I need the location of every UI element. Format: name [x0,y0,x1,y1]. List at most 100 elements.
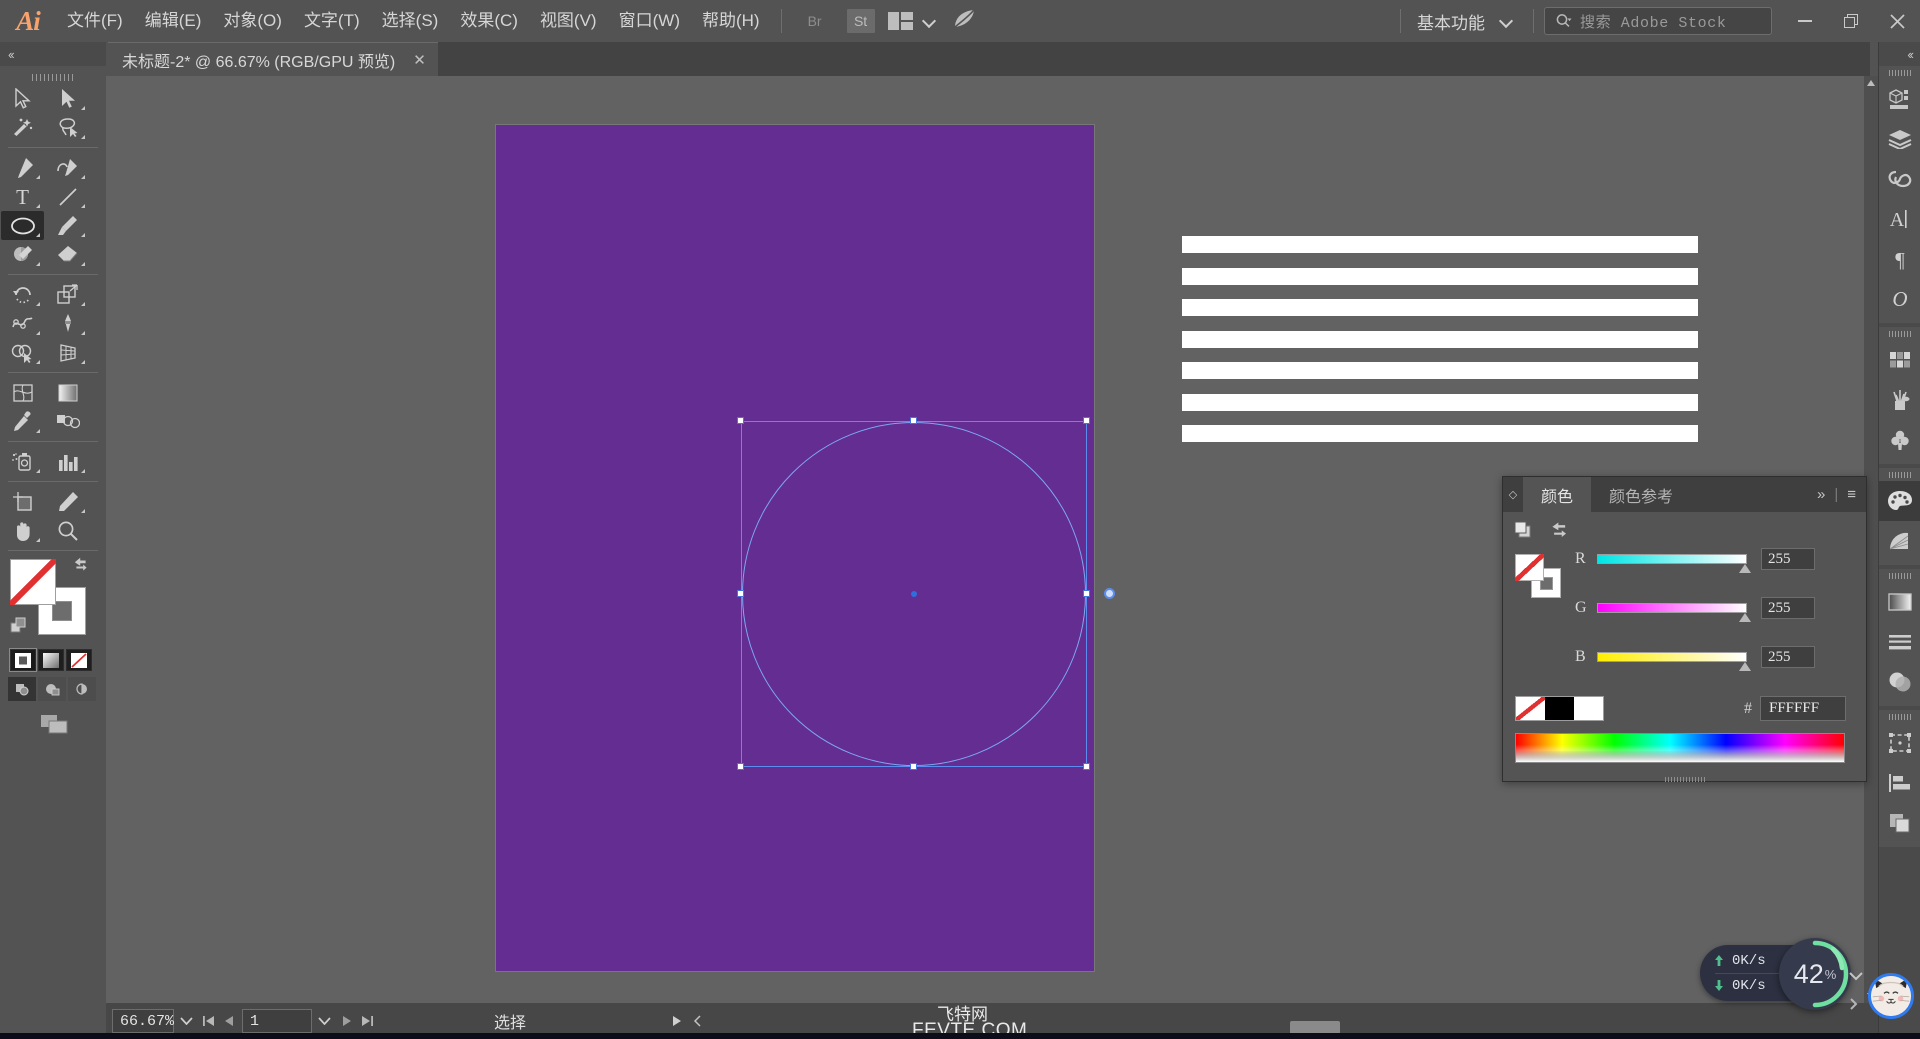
white-bar[interactable] [1182,425,1698,442]
menu-file[interactable]: 文件(F) [56,0,134,42]
gradient-tool[interactable] [46,378,89,407]
cpu-usage-gauge[interactable]: 42% [1779,938,1851,1010]
menu-edit[interactable]: 编辑(E) [134,0,213,42]
handle-top-center[interactable] [910,417,917,424]
transparency-icon[interactable] [1879,662,1920,702]
channel-slider-knob-g[interactable] [1739,613,1751,622]
toolbar-collapse-icon[interactable]: ‹‹ [8,47,15,62]
paragraph-icon[interactable]: ¶ [1879,239,1920,279]
stock-button[interactable]: St [846,9,875,33]
color-mode-button[interactable] [9,648,37,672]
eyedropper-tool[interactable] [1,407,44,436]
status-menu-button[interactable] [666,1009,687,1033]
selection-tool[interactable] [1,84,44,113]
stock-search-input[interactable]: 搜索 Adobe Stock [1544,7,1772,35]
swatch-white[interactable] [1574,697,1603,720]
artboard-dropdown-chevron-icon[interactable] [312,1009,336,1033]
swap-colors-icon[interactable] [1549,520,1571,545]
artboard-tool[interactable] [1,487,44,516]
draw-normal-button[interactable] [8,677,36,701]
right-dock-collapse-icon[interactable]: ‹‹ [1907,47,1914,62]
rotate-tool[interactable] [1,280,44,309]
swatches-icon[interactable] [1879,340,1920,380]
line-segment-tool[interactable] [46,182,89,211]
direct-selection-tool[interactable] [46,84,89,113]
panel-collapse-icon[interactable]: » [1817,486,1825,503]
libraries-icon[interactable] [1879,159,1920,199]
perspective-grid-tool[interactable] [46,338,89,367]
stroke-icon[interactable] [1879,622,1920,662]
gradient-icon[interactable] [1879,582,1920,622]
bridge-button[interactable]: Br [801,9,829,33]
white-bar[interactable] [1182,394,1698,411]
channel-value-g[interactable]: 255 [1761,597,1815,619]
minimize-button[interactable] [1782,0,1828,42]
draw-inside-button[interactable] [68,677,96,701]
channel-value-b[interactable]: 255 [1761,646,1815,668]
restore-button[interactable] [1828,0,1874,42]
discover-leaf-icon[interactable] [952,8,978,35]
width-tool[interactable] [1,309,44,338]
free-transform-tool[interactable] [46,309,89,338]
ellipse-tool[interactable] [1,211,44,240]
scale-tool[interactable] [46,280,89,309]
dock-grip[interactable] [1879,710,1920,723]
gradient-mode-button[interactable] [38,649,64,671]
panel-fill-swatch[interactable] [1515,554,1544,581]
color-panel-resize-grip[interactable] [1503,776,1866,783]
menu-window[interactable]: 窗口(W) [608,0,691,42]
handle-top-left[interactable] [737,417,744,424]
column-graph-tool[interactable] [46,447,89,476]
white-bar[interactable] [1182,331,1698,348]
slice-tool[interactable] [46,487,89,516]
character-icon[interactable]: A [1879,199,1920,239]
scroll-up-icon[interactable] [1867,80,1875,86]
white-bar[interactable] [1182,299,1698,316]
hand-tool[interactable] [1,516,44,545]
shape-builder-tool[interactable] [1,338,44,367]
swatch-black[interactable] [1545,697,1574,720]
dock-grip[interactable] [1879,569,1920,582]
white-bar[interactable] [1182,236,1698,253]
color-guide-icon[interactable] [1879,521,1920,561]
channel-slider-knob-r[interactable] [1739,564,1751,573]
white-bar[interactable] [1182,362,1698,379]
next-artboard-button[interactable] [336,1009,357,1033]
swatch-none[interactable] [1516,697,1545,720]
workspace-chevron-down-icon[interactable] [1498,13,1514,29]
arrange-chevron-down-icon[interactable] [921,13,937,29]
none-mode-button[interactable] [66,649,92,671]
right-dock-collapse[interactable]: ‹‹ [1879,42,1920,66]
color-spectrum-bar[interactable] [1515,733,1845,763]
tab-color[interactable]: 颜色 [1523,477,1592,512]
document-tab-close-icon[interactable]: ✕ [413,51,426,69]
document-tab[interactable]: 未标题-2* @ 66.67% (RGB/GPU 预览) ✕ [108,42,438,76]
handle-top-right[interactable] [1083,417,1090,424]
symbols-icon[interactable] [1879,420,1920,460]
symbol-sprayer-tool[interactable] [1,447,44,476]
dock-grip[interactable] [1879,327,1920,340]
zoom-dropdown-chevron-icon[interactable] [174,1009,198,1033]
toolbar-grip[interactable] [0,70,106,84]
glyphs-icon[interactable]: O [1879,279,1920,319]
blend-tool[interactable] [46,407,89,436]
zoom-level-input[interactable]: 66.67% [112,1009,174,1033]
handle-bottom-left[interactable] [737,763,744,770]
fill-swatch[interactable] [10,559,56,605]
handle-middle-left[interactable] [737,590,744,597]
arrange-documents-icon[interactable] [887,12,914,30]
mesh-tool[interactable] [1,378,44,407]
menu-type[interactable]: 文字(T) [293,0,371,42]
dock-grip[interactable] [1879,66,1920,79]
zoom-tool[interactable] [46,516,89,545]
panel-collapse-diamond-icon[interactable]: ◇ [1503,477,1523,512]
properties-icon[interactable] [1879,79,1920,119]
default-fill-stroke-icon[interactable] [10,617,30,637]
type-tool[interactable]: T [1,182,44,211]
first-artboard-button[interactable] [198,1009,219,1033]
handle-bottom-center[interactable] [910,763,917,770]
draw-behind-button[interactable] [38,677,66,701]
widget-chevron-down-icon[interactable] [1848,968,1864,984]
color-panel[interactable]: ◇ 颜色 颜色参考 » | ≡ R 255 G 255 B 255 # FFFF… [1502,476,1867,782]
channel-slider-knob-b[interactable] [1739,662,1751,671]
